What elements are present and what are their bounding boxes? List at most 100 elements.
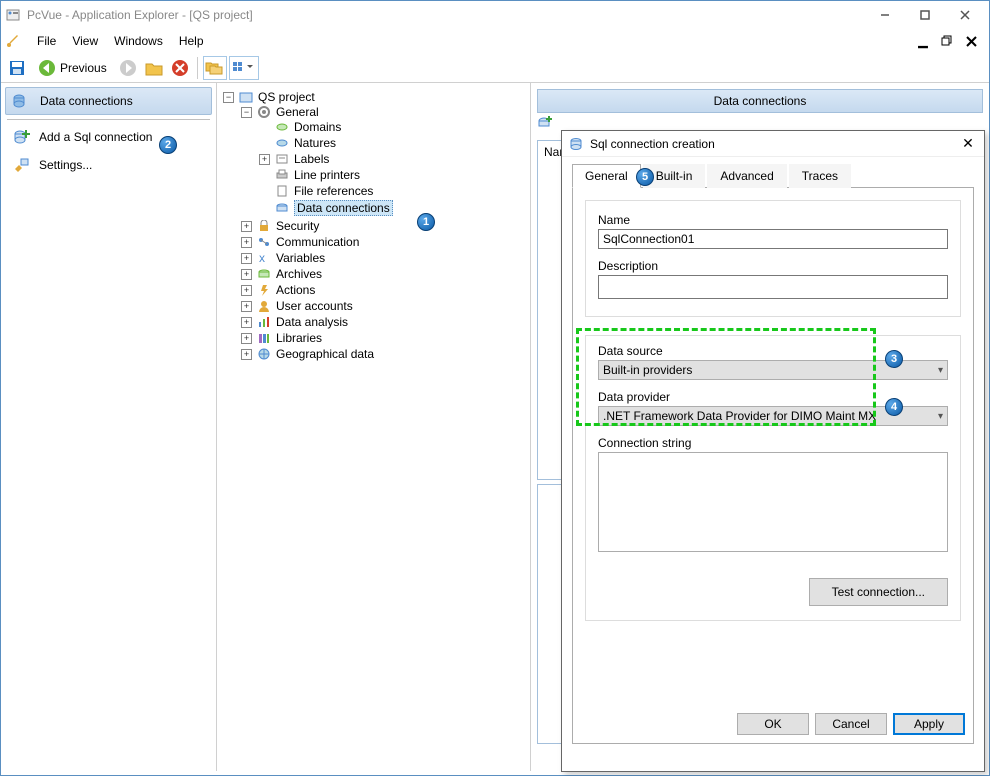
connection-string-box (598, 452, 948, 552)
expand-icon[interactable]: + (259, 154, 270, 165)
save-button[interactable] (5, 56, 29, 80)
name-input[interactable] (598, 229, 948, 249)
test-connection-button[interactable]: Test connection... (809, 578, 948, 606)
sidebar-header: Data connections (5, 87, 212, 115)
gear-icon (256, 105, 272, 119)
expand-icon[interactable]: + (241, 285, 252, 296)
tab-general[interactable]: General (572, 164, 641, 188)
dialog-close-button[interactable]: ✕ (958, 134, 978, 154)
tree-item-data-connections[interactable]: Data connections (259, 200, 526, 216)
db-icon (568, 136, 584, 152)
content-header: Data connections (537, 89, 983, 113)
dialog-title: Sql connection creation (590, 137, 715, 151)
labels-icon (274, 152, 290, 166)
name-label: Name (598, 213, 948, 227)
expand-icon[interactable]: + (241, 317, 252, 328)
globe-icon (256, 347, 272, 361)
description-input[interactable] (598, 275, 948, 299)
sql-connection-dialog: Sql connection creation ✕ General Built-… (561, 130, 985, 772)
collapse-icon[interactable]: − (223, 92, 234, 103)
menu-windows[interactable]: Windows (106, 32, 171, 50)
tree-item-libraries[interactable]: +Libraries (241, 331, 526, 345)
badge-3: 3 (885, 350, 903, 368)
project-icon (238, 90, 254, 104)
previous-button[interactable]: Previous (31, 56, 114, 80)
main-toolbar: Previous (1, 53, 989, 83)
tree-item-line-printers[interactable]: Line printers (259, 168, 526, 182)
tree-item-variables[interactable]: +xVariables (241, 251, 526, 265)
network-icon (256, 235, 272, 249)
add-icon[interactable] (537, 115, 553, 134)
apply-button[interactable]: Apply (893, 713, 965, 735)
tree-item-actions[interactable]: +Actions (241, 283, 526, 297)
tree-pane: − QS project − General (217, 83, 531, 771)
folder-button[interactable] (142, 56, 166, 80)
tab-advanced[interactable]: Advanced (707, 164, 786, 188)
chart-icon (256, 315, 272, 329)
brush-icon (5, 33, 21, 49)
badge-4: 4 (885, 398, 903, 416)
tree-item-general[interactable]: − General (241, 105, 526, 119)
expand-icon[interactable]: + (241, 349, 252, 360)
expand-icon[interactable]: + (241, 333, 252, 344)
printer-icon (274, 168, 290, 182)
tree-item-domains[interactable]: Domains (259, 120, 526, 134)
sidebar-item-label: Settings... (39, 158, 92, 172)
cancel-button[interactable]: Cancel (815, 713, 887, 735)
stop-button[interactable] (168, 56, 192, 80)
db-icon (274, 201, 290, 215)
close-button[interactable] (945, 3, 985, 27)
tree-item-communication[interactable]: +Communication (241, 235, 526, 249)
action-icon (256, 283, 272, 297)
view-button[interactable] (229, 56, 259, 80)
expand-icon[interactable]: + (241, 221, 252, 232)
lock-icon (256, 219, 272, 233)
mdi-restore-button[interactable] (937, 31, 957, 51)
chevron-down-icon: ▾ (938, 365, 943, 376)
add-sql-icon (11, 128, 33, 146)
tree-item-file-refs[interactable]: File references (259, 184, 526, 198)
tree-item-user-accounts[interactable]: +User accounts (241, 299, 526, 313)
menu-bar: File View Windows Help ▁ (1, 29, 989, 53)
expand-icon[interactable]: + (241, 237, 252, 248)
file-icon (274, 184, 290, 198)
menu-view[interactable]: View (64, 32, 106, 50)
tree-item-archives[interactable]: +Archives (241, 267, 526, 281)
tree-item-security[interactable]: +Security (241, 219, 526, 233)
app-icon (5, 7, 21, 23)
sidebar: Data connections Add a Sql connection Se… (1, 83, 217, 771)
mdi-close-button[interactable] (961, 31, 981, 51)
archive-icon (256, 267, 272, 281)
data-connections-icon (12, 92, 34, 110)
tree-item-natures[interactable]: Natures (259, 136, 526, 150)
maximize-button[interactable] (905, 3, 945, 27)
connection-string-label: Connection string (598, 436, 948, 450)
dialog-tabs: General Built-in Advanced Traces (572, 163, 974, 188)
title-bar: PcVue - Application Explorer - [QS proje… (1, 1, 989, 29)
expand-icon[interactable]: + (241, 301, 252, 312)
user-icon (256, 299, 272, 313)
collapse-icon[interactable]: − (241, 107, 252, 118)
settings-icon (11, 156, 33, 174)
chevron-down-icon: ▾ (938, 411, 943, 422)
tree-item-root[interactable]: − QS project (223, 90, 526, 104)
tree-item-data-analysis[interactable]: +Data analysis (241, 315, 526, 329)
tab-content-general: Name Description Data source Built-in pr… (572, 188, 974, 744)
expand-icon[interactable]: + (241, 269, 252, 280)
menu-help[interactable]: Help (171, 32, 212, 50)
mdi-minimize-button[interactable]: ▁ (913, 31, 933, 51)
tab-traces[interactable]: Traces (789, 164, 851, 188)
minimize-button[interactable] (865, 3, 905, 27)
var-icon: x (256, 251, 272, 265)
forward-button[interactable] (116, 56, 140, 80)
expand-icon[interactable]: + (241, 253, 252, 264)
sidebar-item-settings[interactable]: Settings... (5, 152, 212, 178)
svg-text:x: x (259, 252, 265, 264)
sidebar-item-add-sql[interactable]: Add a Sql connection (5, 124, 212, 150)
folders-button[interactable] (203, 56, 227, 80)
ok-button[interactable]: OK (737, 713, 809, 735)
menu-file[interactable]: File (29, 32, 64, 50)
tree-item-labels[interactable]: +Labels (259, 152, 526, 166)
badge-5: 5 (636, 168, 654, 186)
tree-item-geo-data[interactable]: +Geographical data (241, 347, 526, 361)
